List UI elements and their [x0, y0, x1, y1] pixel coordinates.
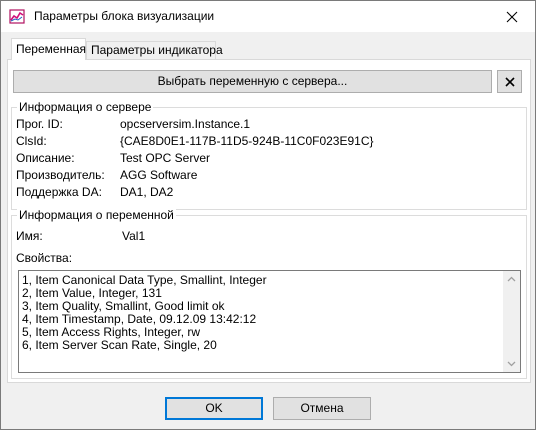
variable-info-title: Информация о переменной	[17, 208, 176, 222]
prog-id-label: Прог. ID:	[16, 117, 63, 131]
vendor-label: Производитель:	[16, 168, 105, 182]
vendor-value: AGG Software	[120, 168, 198, 182]
ok-button[interactable]: OK	[165, 397, 263, 420]
properties-line: 6, Item Server Scan Rate, Single, 20	[22, 338, 217, 352]
scroll-down-icon[interactable]	[507, 359, 516, 368]
server-info-group: Информация о сервере Прог. ID: opcserver…	[11, 100, 527, 210]
tab-indicator-params[interactable]: Параметры индикатора	[86, 41, 223, 60]
variable-name-label: Имя:	[16, 229, 43, 243]
description-value: Test OPC Server	[120, 151, 211, 165]
title-bar: Параметры блока визуализации	[1, 1, 535, 32]
chart-app-icon	[9, 9, 25, 24]
close-icon	[504, 76, 515, 87]
properties-scrollbar[interactable]	[503, 271, 520, 372]
da-support-label: Поддержка DA:	[16, 185, 102, 199]
clear-variable-button[interactable]	[497, 70, 522, 93]
server-info-title: Информация о сервере	[17, 100, 154, 114]
properties-textarea[interactable]: 1, Item Canonical Data Type, Smallint, I…	[18, 270, 521, 373]
prog-id-value: opcserversim.Instance.1	[120, 117, 251, 131]
clsid-label: ClsId:	[16, 134, 47, 148]
cancel-button[interactable]: Отмена	[273, 397, 371, 420]
scroll-up-icon[interactable]	[507, 275, 516, 284]
da-support-value: DA1, DA2	[120, 185, 174, 199]
close-window-button[interactable]	[489, 1, 535, 32]
variable-name-value: Val1	[122, 229, 146, 243]
description-label: Описание:	[16, 151, 75, 165]
dialog-window: Параметры блока визуализации Переменная …	[0, 0, 536, 430]
variable-info-group: Информация о переменной Имя: Val1 Свойст…	[11, 208, 527, 379]
tab-variable[interactable]: Переменная	[11, 38, 86, 60]
close-icon	[506, 11, 518, 22]
select-variable-button[interactable]: Выбрать переменную с сервера...	[13, 70, 492, 93]
window-title: Параметры блока визуализации	[34, 9, 215, 23]
clsid-value: {CAE8D0E1-117B-11D5-924B-11C0F023E91C}	[120, 134, 374, 148]
properties-label: Свойства:	[16, 251, 73, 265]
tab-panel: Выбрать переменную с сервера... Информац…	[7, 59, 531, 383]
